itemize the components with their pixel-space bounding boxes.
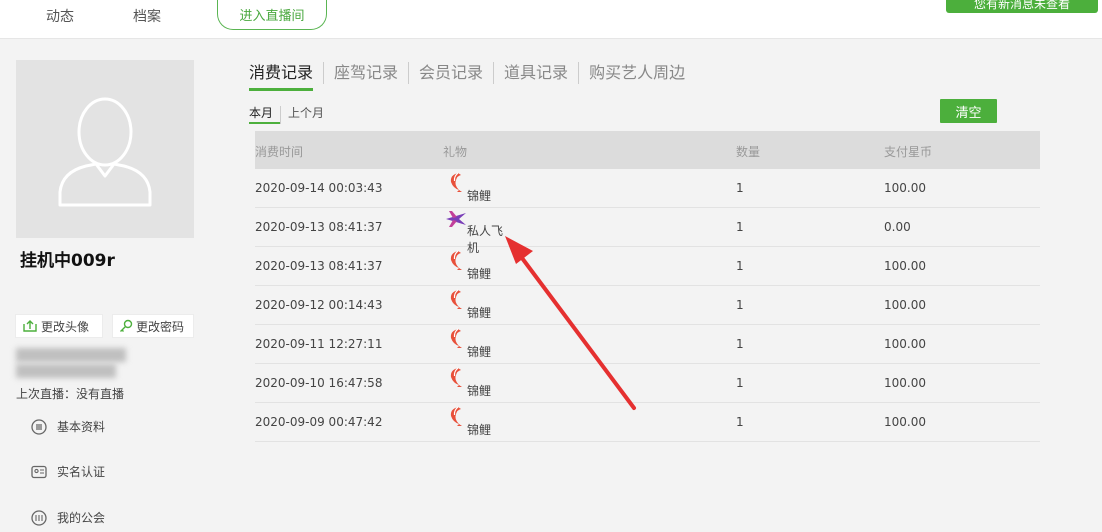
last-live-status: 上次直播：没有直播 [16,387,125,401]
gift-name: 锦鲤 [467,384,492,398]
username: 挂机中009r [20,251,115,271]
tab-props[interactable]: 道具记录 [493,62,578,84]
koi-icon [450,406,462,426]
gift-cell: 锦鲤 [445,366,505,398]
period-tabs: 本月 上个月 [249,106,331,124]
tab-merch[interactable]: 购买艺人周边 [578,62,695,84]
table-row: 2020-09-11 12:27:11 锦鲤 1 100.00 [255,325,1040,364]
gift-cell: 锦鲤 [445,171,505,203]
row-time: 2020-09-12 00:14:43 [255,298,383,312]
tab-vehicle[interactable]: 座驾记录 [323,62,408,84]
gift-cell: 私人飞机 [445,210,505,255]
row-amount: 100.00 [884,181,926,195]
clear-button[interactable]: 清空 [940,99,997,123]
sidebar-item-label: 我的公会 [57,511,106,525]
table-row: 2020-09-12 00:14:43 锦鲤 1 100.00 [255,286,1040,325]
table-row: 2020-09-13 08:41:37 锦鲤 1 100.00 [255,247,1040,286]
default-avatar-icon [58,97,152,207]
gift-name: 锦鲤 [467,306,492,320]
redacted-info-1 [16,348,126,362]
tab-consumption[interactable]: 消费记录 [249,62,323,84]
header-amount: 支付星币 [884,145,933,159]
upload-icon [23,320,37,332]
consumption-table: 消费时间 礼物 数量 支付星币 2020-09-14 00:03:43 锦鲤 1… [255,131,1040,442]
tab-last-month[interactable]: 上个月 [280,106,331,124]
sidebar-item-label: 实名认证 [57,465,106,479]
row-quantity: 1 [736,181,744,195]
change-password-label: 更改密码 [136,319,185,334]
header-gift: 礼物 [443,145,468,159]
row-amount: 100.00 [884,259,926,273]
gift-name: 锦鲤 [467,267,492,281]
row-amount: 100.00 [884,298,926,312]
koi-icon [450,367,462,387]
change-avatar-button[interactable]: 更改头像 [15,314,103,338]
row-time: 2020-09-13 08:41:37 [255,220,383,234]
row-quantity: 1 [736,376,744,390]
sidebar-item-label: 基本资料 [57,420,106,434]
row-amount: 100.00 [884,415,926,429]
row-quantity: 1 [736,298,744,312]
nav-dynamics[interactable]: 动态 [46,6,74,26]
id-card-icon [31,465,47,478]
gift-cell: 锦鲤 [445,288,505,320]
row-time: 2020-09-11 12:27:11 [255,337,383,351]
redacted-info-2 [16,364,116,378]
header-time: 消费时间 [255,145,304,159]
koi-icon [450,250,462,270]
table-row: 2020-09-10 16:47:58 锦鲤 1 100.00 [255,364,1040,403]
gift-name: 锦鲤 [467,189,492,203]
header-quantity: 数量 [736,145,761,159]
key-icon [120,319,133,332]
row-quantity: 1 [736,259,744,273]
new-message-button[interactable]: 您有新消息未查看 [946,0,1098,13]
row-amount: 100.00 [884,376,926,390]
koi-icon [450,289,462,309]
gift-cell: 锦鲤 [445,405,505,437]
change-avatar-label: 更改头像 [41,319,90,334]
koi-icon [450,328,462,348]
row-time: 2020-09-13 08:41:37 [255,259,383,273]
enter-live-room-button[interactable]: 进入直播间 [217,0,327,30]
active-tab-indicator [249,88,313,91]
tab-membership[interactable]: 会员记录 [408,62,493,84]
record-tabs: 消费记录 座驾记录 会员记录 道具记录 购买艺人周边 [249,62,695,84]
table-row: 2020-09-13 08:41:37 私人飞机 1 0.00 [255,208,1040,255]
row-quantity: 1 [736,220,744,234]
list-icon [31,418,47,435]
table-row: 2020-09-14 00:03:43 锦鲤 1 100.00 [255,169,1040,208]
row-quantity: 1 [736,415,744,429]
gift-name: 锦鲤 [467,345,492,359]
sidebar-item-guild[interactable]: 我的公会 [31,509,105,526]
sidebar-item-basic-info[interactable]: 基本资料 [31,418,105,435]
table-header: 消费时间 礼物 数量 支付星币 [255,131,1040,169]
plane-icon [446,211,466,227]
row-amount: 0.00 [884,220,911,234]
change-password-button[interactable]: 更改密码 [112,314,194,338]
gift-cell: 锦鲤 [445,327,505,359]
koi-icon [450,172,462,192]
row-amount: 100.00 [884,337,926,351]
row-quantity: 1 [736,337,744,351]
avatar[interactable] [16,60,194,238]
row-time: 2020-09-10 16:47:58 [255,376,383,390]
row-time: 2020-09-14 00:03:43 [255,181,383,195]
row-time: 2020-09-09 00:47:42 [255,415,383,429]
gift-name: 锦鲤 [467,423,492,437]
gift-cell: 锦鲤 [445,249,505,281]
tab-this-month[interactable]: 本月 [249,106,281,124]
nav-archive[interactable]: 档案 [133,6,161,26]
sidebar-item-verification[interactable]: 实名认证 [31,463,105,480]
table-row: 2020-09-09 00:47:42 锦鲤 1 100.00 [255,403,1040,442]
guild-icon [31,509,47,526]
top-nav: 动态 档案 进入直播间 您有新消息未查看 [0,0,1102,39]
